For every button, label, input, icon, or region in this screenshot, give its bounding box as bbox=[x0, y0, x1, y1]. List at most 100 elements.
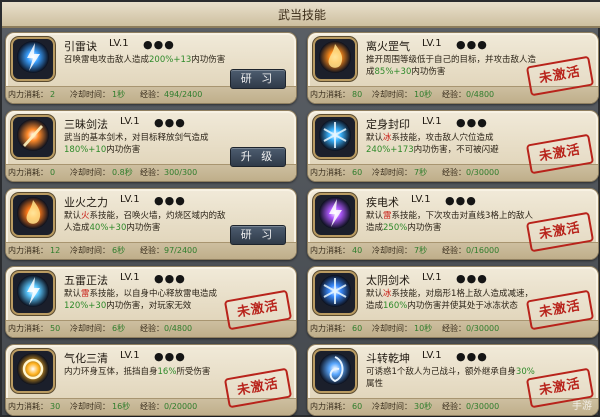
skill-card[interactable]: 业火之力 LV.1 ●●● 默认火系技能，召唤火墙，灼烧区域内的敌人造成40%+… bbox=[5, 188, 297, 260]
cooldown-value: 16秒 bbox=[112, 402, 131, 411]
spirit-swirl-icon bbox=[317, 351, 353, 391]
desc-part: 雷 bbox=[383, 211, 392, 221]
cooldown-value: 7秒 bbox=[414, 246, 428, 255]
skill-card[interactable]: 三昧剑法 LV.1 ●●● 武当的基本剑术，对目标释放剑气造成 180%+10内功… bbox=[5, 110, 297, 182]
cost-value: 60 bbox=[352, 324, 363, 333]
desc-part: 内功伤害并使其处于冰冻状态 bbox=[407, 301, 518, 311]
skill-grid: 引雷诀 LV.1 ●●● 召唤雷电攻击敌人造成200%+13内功伤害 内力消耗：… bbox=[5, 32, 599, 417]
desc-part: 可诱惑1个敌人为己战斗，额外继承自身 bbox=[366, 367, 516, 377]
cost-value: 50 bbox=[50, 324, 61, 333]
cost-label: 内力消耗： bbox=[310, 90, 350, 99]
skill-action-button[interactable]: 研 习 bbox=[230, 69, 286, 89]
skill-icon-frame bbox=[11, 193, 55, 237]
exp-label: 经验： bbox=[442, 90, 466, 99]
skill-rank-dots: ●●● bbox=[154, 350, 186, 363]
cooldown-value: 7秒 bbox=[414, 168, 428, 177]
desc-part: 内功伤害 bbox=[407, 223, 442, 233]
desc-part: 属性 bbox=[366, 379, 384, 389]
desc-part: 内功伤害 bbox=[106, 145, 141, 155]
cost-label: 内力消耗： bbox=[8, 168, 48, 177]
desc-part: 200%+13 bbox=[149, 55, 192, 65]
desc-part: 默认 bbox=[366, 211, 384, 221]
desc-part: 火 bbox=[81, 211, 90, 221]
cooldown-label: 冷却时间： bbox=[372, 90, 412, 99]
skill-name: 业火之力 bbox=[64, 196, 108, 209]
skill-icon-frame bbox=[11, 349, 55, 393]
skill-name: 五雷正法 bbox=[64, 274, 108, 287]
cost-value: 0 bbox=[50, 168, 56, 177]
cooldown-value: 10秒 bbox=[414, 324, 433, 333]
skill-level: LV.1 bbox=[109, 38, 129, 49]
skill-card[interactable]: 疾电术 LV.1 ●●● 默认雷系技能，下次攻击对直线3格上的敌人造成250%内… bbox=[307, 188, 599, 260]
skill-description: 默认冰系技能，对扇形1格上敌人造成减速，造成160%内功伤害并使其处于冰冻状态 bbox=[366, 288, 536, 312]
skill-card[interactable]: 五雷正法 LV.1 ●●● 默认雷系技能，以自身中心释放雷电造成120%+30内… bbox=[5, 266, 297, 338]
exp-value: 97/2400 bbox=[164, 246, 198, 255]
exp-value: 0/20000 bbox=[164, 402, 198, 411]
cost-label: 内力消耗： bbox=[8, 90, 48, 99]
cooldown-label: 冷却时间： bbox=[372, 168, 412, 177]
skill-description: 默认雷系技能，以自身中心释放雷电造成 120%+30内功伤害，对玩家无效 bbox=[64, 288, 234, 312]
skill-name: 太阴剑术 bbox=[366, 274, 410, 287]
skill-description: 推开周围等级低于自己的目标，并攻击敌人造成85%+30内功伤害 bbox=[366, 54, 536, 78]
cost-label: 内力消耗： bbox=[8, 324, 48, 333]
skill-card[interactable]: 离火罡气 LV.1 ●●● 推开周围等级低于自己的目标，并攻击敌人造成85%+3… bbox=[307, 32, 599, 104]
skill-rank-dots: ●●● bbox=[154, 272, 186, 285]
cooldown-value: 10秒 bbox=[414, 90, 433, 99]
skill-action-button[interactable]: 研 习 bbox=[230, 225, 286, 245]
skill-card[interactable]: 引雷诀 LV.1 ●●● 召唤雷电攻击敌人造成200%+13内功伤害 内力消耗：… bbox=[5, 32, 297, 104]
cooldown-label: 冷却时间： bbox=[372, 324, 412, 333]
skill-level: LV.1 bbox=[120, 194, 140, 205]
skill-card[interactable]: 太阴剑术 LV.1 ●●● 默认冰系技能，对扇形1格上敌人造成减速，造成160%… bbox=[307, 266, 599, 338]
skill-description: 内力环身互体，抵挡自身16%所受伤害 bbox=[64, 366, 234, 378]
cost-label: 内力消耗： bbox=[310, 324, 350, 333]
skill-name: 疾电术 bbox=[366, 196, 399, 209]
exp-value: 0/30000 bbox=[466, 168, 500, 177]
skill-card[interactable]: 斗转乾坤 LV.1 ●●● 可诱惑1个敌人为己战斗，额外继承自身30% 属性 内力… bbox=[307, 344, 599, 416]
skill-rank-dots: ●●● bbox=[456, 38, 488, 51]
fire-wall-icon bbox=[15, 195, 51, 235]
skill-description: 召唤雷电攻击敌人造成200%+13内功伤害 bbox=[64, 54, 234, 66]
cost-value: 2 bbox=[50, 90, 56, 99]
skill-level: LV.1 bbox=[120, 272, 140, 283]
desc-part: 内功伤害，对玩家无效 bbox=[106, 301, 192, 311]
cooldown-value: 0.8秒 bbox=[112, 168, 133, 177]
cost-value: 30 bbox=[50, 402, 61, 411]
cost-value: 80 bbox=[352, 90, 363, 99]
desc-part: 内力环身互体，抵挡自身 bbox=[64, 367, 158, 377]
skill-icon-frame bbox=[11, 271, 55, 315]
skill-description: 默认冰系技能，攻击敌人穴位造成 240%+173内功伤害，不可被闪避 bbox=[366, 132, 536, 156]
skill-rank-dots: ●●● bbox=[456, 116, 488, 129]
desc-part: 内功伤害 bbox=[411, 67, 446, 77]
cost-label: 内力消耗： bbox=[310, 168, 350, 177]
skill-card[interactable]: 定身封印 LV.1 ●●● 默认冰系技能，攻击敌人穴位造成 240%+173内功伤… bbox=[307, 110, 599, 182]
desc-part: 30% bbox=[515, 367, 535, 377]
desc-part: 默认 bbox=[366, 133, 384, 143]
skill-description: 武当的基本剑术，对目标释放剑气造成 180%+10内功伤害 bbox=[64, 132, 234, 156]
exp-label: 经验： bbox=[140, 324, 164, 333]
skill-description: 默认雷系技能，下次攻击对直线3格上的敌人造成250%内功伤害 bbox=[366, 210, 536, 234]
desc-part: 雷 bbox=[81, 289, 90, 299]
window-title: 武当技能 bbox=[2, 2, 600, 28]
desc-part: 系技能，以自身中心释放雷电造成 bbox=[89, 289, 218, 299]
watermark: 手游 bbox=[572, 401, 592, 412]
exp-label: 经验： bbox=[140, 402, 164, 411]
skill-action-button[interactable]: 升 级 bbox=[230, 147, 286, 167]
sword-flame-icon bbox=[15, 117, 51, 157]
desc-part: 内功伤害 bbox=[191, 55, 226, 65]
skill-description: 可诱惑1个敌人为己战斗，额外继承自身30% 属性 bbox=[366, 366, 536, 390]
exp-label: 经验： bbox=[442, 402, 466, 411]
skill-level: LV.1 bbox=[422, 116, 442, 127]
desc-part: 冰 bbox=[383, 289, 392, 299]
skill-icon-frame bbox=[313, 193, 357, 237]
skill-name: 斗转乾坤 bbox=[366, 352, 410, 365]
purple-lightning-icon bbox=[317, 195, 353, 235]
desc-part: 160% bbox=[383, 301, 408, 311]
cooldown-label: 冷却时间： bbox=[372, 402, 412, 411]
skill-card[interactable]: 气化三清 LV.1 ●●● 内力环身互体，抵挡自身16%所受伤害 内力消耗： 3… bbox=[5, 344, 297, 416]
skill-icon-frame bbox=[313, 349, 357, 393]
skill-level: LV.1 bbox=[120, 116, 140, 127]
cooldown-label: 冷却时间： bbox=[372, 246, 412, 255]
skill-name: 引雷诀 bbox=[64, 40, 97, 53]
exp-label: 经验： bbox=[140, 168, 164, 177]
skill-name: 三昧剑法 bbox=[64, 118, 108, 131]
